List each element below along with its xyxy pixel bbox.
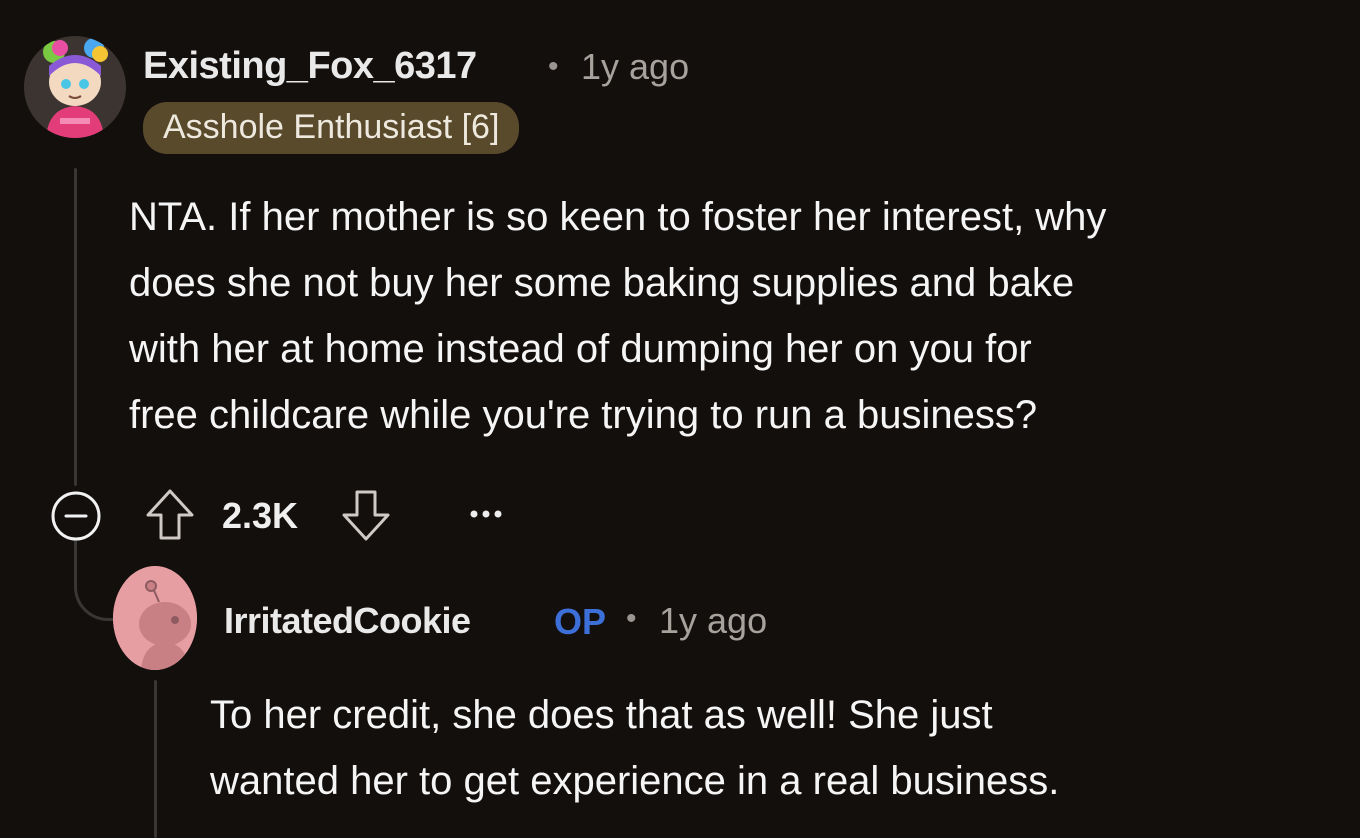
- reply-timestamp[interactable]: 1y ago: [659, 600, 767, 642]
- ellipsis-icon: [470, 510, 502, 518]
- thread-line-reply: [154, 680, 157, 838]
- minus-circle-icon: [51, 491, 101, 541]
- reply-user-avatar[interactable]: [113, 566, 197, 670]
- meta-separator: •: [548, 50, 559, 83]
- reply-body: To her credit, she does that as well! Sh…: [210, 682, 1340, 814]
- collapse-thread-button[interactable]: [50, 490, 102, 542]
- reply-body-line: wanted her to get experience in a real b…: [210, 759, 1060, 803]
- comment-body-line: does she not buy her some baking supplie…: [129, 261, 1075, 305]
- comment-body: NTA. If her mother is so keen to foster …: [129, 184, 1344, 448]
- comment-author[interactable]: Existing_Fox_6317: [143, 45, 477, 88]
- vote-score: 2.3K: [222, 495, 299, 536]
- comment-body-line: NTA. If her mother is so keen to foster …: [129, 195, 1107, 239]
- reply-body-line: To her credit, she does that as well! Sh…: [210, 693, 993, 737]
- op-badge: OP: [554, 601, 607, 642]
- arrow-down-icon: [342, 490, 390, 541]
- upvote-button[interactable]: [144, 488, 196, 542]
- comment-timestamp[interactable]: 1y ago: [581, 46, 689, 88]
- more-options-button[interactable]: [462, 492, 510, 536]
- thread-line-main: [74, 168, 77, 486]
- reply-meta-separator: •: [626, 602, 637, 635]
- downvote-button[interactable]: [340, 488, 392, 542]
- arrow-up-icon: [146, 489, 194, 540]
- comment-body-line: free childcare while you're trying to ru…: [129, 393, 1038, 437]
- reply-author[interactable]: IrritatedCookie: [224, 600, 471, 642]
- user-flair: Asshole Enthusiast [6]: [143, 102, 520, 154]
- comment-body-line: with her at home instead of dumping her …: [129, 327, 1032, 371]
- user-avatar[interactable]: [24, 36, 126, 138]
